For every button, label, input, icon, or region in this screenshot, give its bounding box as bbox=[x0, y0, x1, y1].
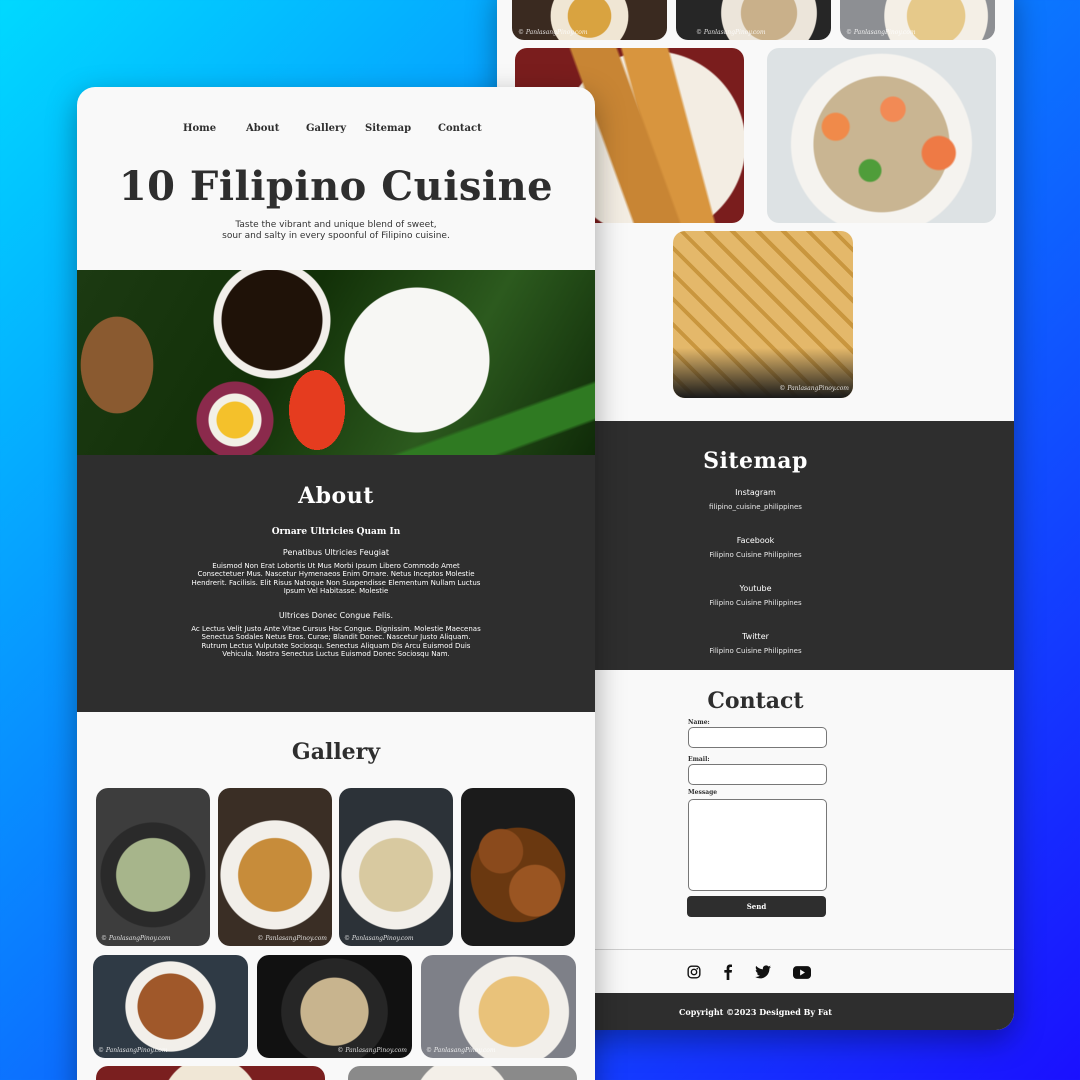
image-watermark: © PanlasangPinoy.com bbox=[344, 935, 414, 942]
gallery-image: © PanlasangPinoy.com bbox=[512, 0, 667, 40]
about-subheading: Penatibus Ultricies Feugiat bbox=[282, 548, 390, 557]
image-watermark: © PanlasangPinoy.com bbox=[101, 935, 171, 942]
image-watermark: © PanlasangPinoy.com bbox=[337, 1047, 407, 1054]
gallery-image: © PanlasangPinoy.com bbox=[96, 788, 210, 946]
top-nav: Home About Gallery Sitemap Contact bbox=[77, 123, 595, 137]
gallery-image: © PanlasangPinoy.com bbox=[840, 0, 995, 40]
gallery-image: © PanlasangPinoy.com bbox=[93, 955, 248, 1058]
instagram-icon[interactable] bbox=[687, 965, 701, 979]
send-button[interactable]: Send bbox=[687, 896, 826, 917]
gallery-image: © PanlasangPinoy.com bbox=[421, 955, 576, 1058]
image-watermark: © PanlasangPinoy.com bbox=[518, 29, 588, 36]
nav-home[interactable]: Home bbox=[183, 123, 216, 134]
name-field[interactable] bbox=[688, 727, 827, 748]
nav-sitemap[interactable]: Sitemap bbox=[365, 123, 411, 134]
image-watermark: © PanlasangPinoy.com bbox=[846, 29, 916, 36]
image-watermark: © PanlasangPinoy.com bbox=[779, 385, 849, 392]
hero-subtitle-line: sour and salty in every spoonful of Fili… bbox=[222, 231, 450, 241]
about-paragraph: Euismod Non Erat Lobortis Ut Mus Morbi I… bbox=[191, 562, 481, 595]
gallery-image: © PanlasangPinoy.com bbox=[218, 788, 332, 946]
name-label: Name: bbox=[688, 719, 710, 726]
page-title: 10 Filipino Cuisine bbox=[118, 163, 554, 210]
image-watermark: © PanlasangPinoy.com bbox=[696, 29, 766, 36]
hero-subtitle-line: Taste the vibrant and unique blend of sw… bbox=[235, 220, 437, 230]
social-links bbox=[687, 964, 811, 980]
gallery-image-sinigang bbox=[767, 48, 996, 223]
youtube-icon[interactable] bbox=[793, 965, 811, 979]
gallery-image: © PanlasangPinoy.com bbox=[676, 0, 831, 40]
about-section: About Ornare Ultricies Quam In Penatibus… bbox=[77, 455, 595, 712]
about-heading: Ornare Ultricies Quam In bbox=[271, 527, 401, 537]
nav-contact[interactable]: Contact bbox=[438, 123, 482, 134]
email-label: Email: bbox=[688, 756, 710, 763]
gallery-image bbox=[348, 1066, 577, 1080]
hero-subtitle: Taste the vibrant and unique blend of sw… bbox=[206, 220, 466, 242]
copyright-text: Copyright ©2023 Designed By Fat bbox=[679, 1006, 832, 1017]
gallery-image: © PanlasangPinoy.com bbox=[257, 955, 412, 1058]
image-watermark: © PanlasangPinoy.com bbox=[257, 935, 327, 942]
gallery-image-tokwa: © PanlasangPinoy.com bbox=[673, 231, 853, 398]
gallery-image bbox=[461, 788, 575, 946]
gallery-image bbox=[96, 1066, 325, 1080]
about-title: About bbox=[298, 483, 374, 509]
hero-food-image bbox=[77, 270, 595, 455]
image-watermark: © PanlasangPinoy.com bbox=[426, 1047, 496, 1054]
nav-about[interactable]: About bbox=[246, 123, 279, 134]
email-field[interactable] bbox=[688, 764, 827, 785]
gallery-image: © PanlasangPinoy.com bbox=[339, 788, 453, 946]
message-label: Message bbox=[688, 789, 718, 796]
message-field[interactable] bbox=[688, 799, 827, 891]
nav-gallery[interactable]: Gallery bbox=[306, 123, 346, 134]
twitter-icon[interactable] bbox=[755, 965, 771, 979]
gallery-title: Gallery bbox=[291, 739, 381, 765]
about-subheading: Ultrices Donec Congue Felis. bbox=[278, 611, 394, 621]
image-watermark: © PanlasangPinoy.com bbox=[98, 1047, 168, 1054]
main-page-mockup: Home About Gallery Sitemap Contact 10 Fi… bbox=[77, 87, 595, 1080]
facebook-icon[interactable] bbox=[723, 964, 733, 980]
about-paragraph: Ac Lectus Velit Justo Ante Vitae Cursus … bbox=[191, 625, 481, 659]
